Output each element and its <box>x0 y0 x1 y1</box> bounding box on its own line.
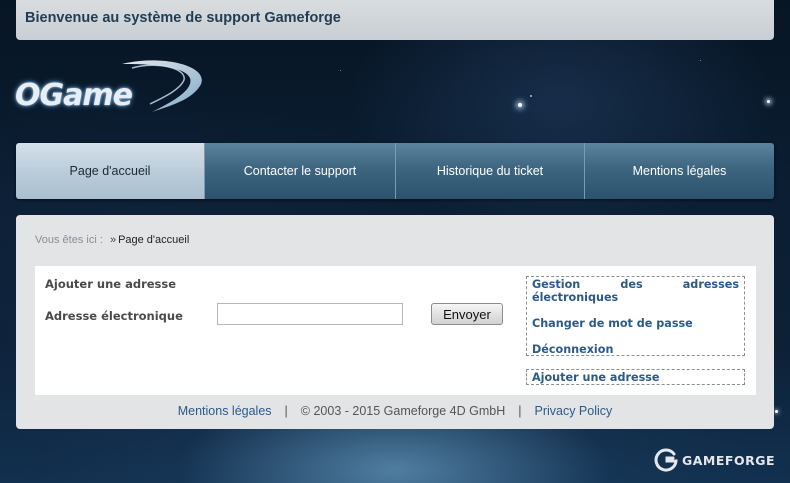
footer-legal-link[interactable]: Mentions légales <box>178 404 272 418</box>
main-panel: Vous êtes ici : » Page d'accueil Ajouter … <box>16 215 774 429</box>
logout-link[interactable]: Déconnexion <box>532 343 739 356</box>
add-address-link[interactable]: Ajouter une adresse <box>532 371 739 384</box>
top-header-bar: Bienvenue au système de support Gameforg… <box>16 0 774 40</box>
breadcrumb: Vous êtes ici : » Page d'accueil <box>35 234 189 246</box>
send-button[interactable]: Envoyer <box>431 303 503 325</box>
tab-contact-support[interactable]: Contacter le support <box>205 143 396 199</box>
account-menu: Gestion des adresses électroniques Chang… <box>526 276 745 356</box>
content-box: Ajouter une adresse Adresse électronique… <box>35 266 756 395</box>
footer-privacy-link[interactable]: Privacy Policy <box>534 404 612 418</box>
gameforge-logo-icon <box>654 448 678 472</box>
footer: Mentions légales | © 2003 - 2015 Gameforge… <box>16 404 774 418</box>
page-header-title: Bienvenue au système de support Gameforg… <box>25 10 341 26</box>
add-address-heading: Ajouter une adresse <box>45 277 177 291</box>
star-decoration <box>700 60 701 61</box>
star-decoration <box>340 70 341 71</box>
ogame-logo-text: OGame <box>15 78 133 113</box>
tab-home[interactable]: Page d'accueil <box>16 143 205 199</box>
breadcrumb-current: Page d'accueil <box>118 234 190 246</box>
gameforge-logo[interactable]: GAMEFORGE <box>654 447 775 473</box>
add-address-menu: Ajouter une adresse <box>526 369 745 385</box>
star-decoration <box>775 410 778 413</box>
footer-separator: | <box>518 404 522 418</box>
gameforge-logo-text: GAMEFORGE <box>682 452 776 468</box>
breadcrumb-separator: » <box>109 234 117 246</box>
ogame-logo[interactable]: OGame <box>12 56 212 118</box>
email-field[interactable] <box>217 303 403 325</box>
footer-copyright: © 2003 - 2015 Gameforge 4D GmbH <box>300 404 506 418</box>
breadcrumb-prefix: Vous êtes ici : <box>35 234 103 246</box>
star-decoration <box>530 95 532 97</box>
footer-separator: | <box>284 404 288 418</box>
star-decoration <box>767 100 770 103</box>
email-label: Adresse électronique <box>45 309 183 323</box>
change-password-link[interactable]: Changer de mot de passe <box>532 317 739 330</box>
tab-ticket-history[interactable]: Historique du ticket <box>396 143 585 199</box>
manage-email-addresses-link[interactable]: Gestion des adresses électroniques <box>532 278 739 304</box>
star-decoration <box>518 103 522 107</box>
tab-legal-notices[interactable]: Mentions légales <box>585 143 774 199</box>
main-navigation: Page d'accueil Contacter le support Hist… <box>16 143 774 199</box>
